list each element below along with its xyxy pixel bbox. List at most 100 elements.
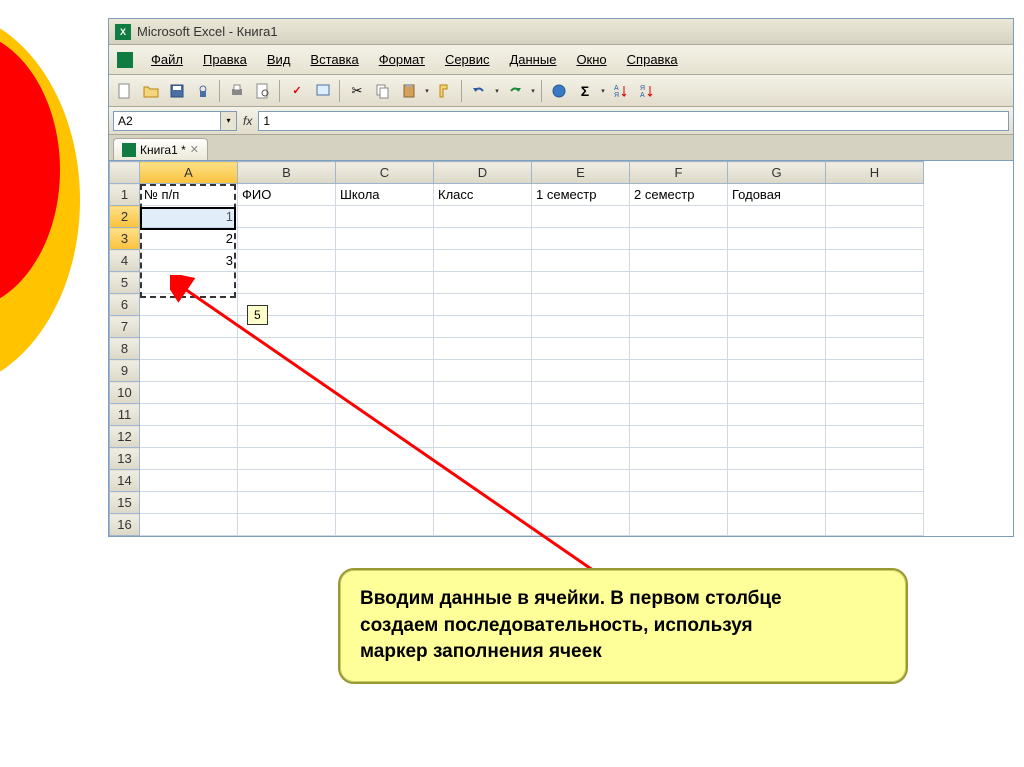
cell-F16[interactable] bbox=[630, 514, 728, 536]
cell-A8[interactable] bbox=[140, 338, 238, 360]
cell-F3[interactable] bbox=[630, 228, 728, 250]
cell-G16[interactable] bbox=[728, 514, 826, 536]
undo-dropdown-icon[interactable]: ▾ bbox=[493, 87, 501, 95]
cell-C7[interactable] bbox=[336, 316, 434, 338]
row-header-1[interactable]: 1 bbox=[110, 184, 140, 206]
cell-G9[interactable] bbox=[728, 360, 826, 382]
cell-F14[interactable] bbox=[630, 470, 728, 492]
close-tab-icon[interactable]: ✕ bbox=[190, 143, 199, 156]
row-header-16[interactable]: 16 bbox=[110, 514, 140, 536]
row-header-2[interactable]: 2 bbox=[110, 206, 140, 228]
cell-G4[interactable] bbox=[728, 250, 826, 272]
cell-B10[interactable] bbox=[238, 382, 336, 404]
cell-H11[interactable] bbox=[826, 404, 924, 426]
cell-C2[interactable] bbox=[336, 206, 434, 228]
cell-A14[interactable] bbox=[140, 470, 238, 492]
cell-F6[interactable] bbox=[630, 294, 728, 316]
cell-A7[interactable] bbox=[140, 316, 238, 338]
cell-C9[interactable] bbox=[336, 360, 434, 382]
cell-D13[interactable] bbox=[434, 448, 532, 470]
cell-E12[interactable] bbox=[532, 426, 630, 448]
print-preview-icon[interactable] bbox=[251, 79, 275, 103]
cell-A12[interactable] bbox=[140, 426, 238, 448]
cell-E13[interactable] bbox=[532, 448, 630, 470]
row-header-7[interactable]: 7 bbox=[110, 316, 140, 338]
fx-label[interactable]: fx bbox=[237, 114, 258, 128]
cell-E5[interactable] bbox=[532, 272, 630, 294]
autosum-icon[interactable]: Σ bbox=[573, 79, 597, 103]
cell-D1[interactable]: Класс bbox=[434, 184, 532, 206]
title-bar[interactable]: X Microsoft Excel - Книга1 bbox=[109, 19, 1013, 45]
spreadsheet-grid[interactable]: ABCDEFGH1№ п/пФИОШколаКласс1 семестр2 се… bbox=[109, 161, 1013, 536]
cell-E9[interactable] bbox=[532, 360, 630, 382]
cell-H15[interactable] bbox=[826, 492, 924, 514]
menu-format[interactable]: Формат bbox=[369, 48, 435, 71]
cell-G14[interactable] bbox=[728, 470, 826, 492]
cell-H5[interactable] bbox=[826, 272, 924, 294]
name-box-dropdown-icon[interactable]: ▾ bbox=[221, 111, 237, 131]
cell-B14[interactable] bbox=[238, 470, 336, 492]
cell-D3[interactable] bbox=[434, 228, 532, 250]
cell-H6[interactable] bbox=[826, 294, 924, 316]
undo-icon[interactable] bbox=[467, 79, 491, 103]
print-icon[interactable] bbox=[225, 79, 249, 103]
cell-B15[interactable] bbox=[238, 492, 336, 514]
document-tab[interactable]: Книга1 * ✕ bbox=[113, 138, 208, 160]
cell-A13[interactable] bbox=[140, 448, 238, 470]
column-header-F[interactable]: F bbox=[630, 162, 728, 184]
cell-E1[interactable]: 1 семестр bbox=[532, 184, 630, 206]
row-header-6[interactable]: 6 bbox=[110, 294, 140, 316]
cell-C5[interactable] bbox=[336, 272, 434, 294]
row-header-5[interactable]: 5 bbox=[110, 272, 140, 294]
cell-B12[interactable] bbox=[238, 426, 336, 448]
cell-A4[interactable]: 3 bbox=[140, 250, 238, 272]
cell-C15[interactable] bbox=[336, 492, 434, 514]
row-header-15[interactable]: 15 bbox=[110, 492, 140, 514]
menu-window[interactable]: Окно bbox=[566, 48, 616, 71]
menu-view[interactable]: Вид bbox=[257, 48, 301, 71]
cell-G11[interactable] bbox=[728, 404, 826, 426]
cell-C8[interactable] bbox=[336, 338, 434, 360]
copy-icon[interactable] bbox=[371, 79, 395, 103]
cell-D11[interactable] bbox=[434, 404, 532, 426]
cell-G12[interactable] bbox=[728, 426, 826, 448]
cell-H14[interactable] bbox=[826, 470, 924, 492]
cell-E4[interactable] bbox=[532, 250, 630, 272]
cell-G8[interactable] bbox=[728, 338, 826, 360]
cell-H10[interactable] bbox=[826, 382, 924, 404]
cell-C12[interactable] bbox=[336, 426, 434, 448]
column-header-A[interactable]: A bbox=[140, 162, 238, 184]
cell-G6[interactable] bbox=[728, 294, 826, 316]
cell-F8[interactable] bbox=[630, 338, 728, 360]
cell-H13[interactable] bbox=[826, 448, 924, 470]
menu-help[interactable]: Справка bbox=[617, 48, 688, 71]
redo-dropdown-icon[interactable]: ▾ bbox=[529, 87, 537, 95]
cell-A2[interactable]: 1 bbox=[140, 206, 238, 228]
new-document-icon[interactable] bbox=[113, 79, 137, 103]
redo-icon[interactable] bbox=[503, 79, 527, 103]
formula-input[interactable]: 1 bbox=[258, 111, 1009, 131]
cell-C16[interactable] bbox=[336, 514, 434, 536]
cell-E14[interactable] bbox=[532, 470, 630, 492]
column-header-D[interactable]: D bbox=[434, 162, 532, 184]
row-header-9[interactable]: 9 bbox=[110, 360, 140, 382]
autosum-dropdown-icon[interactable]: ▾ bbox=[599, 87, 607, 95]
row-header-13[interactable]: 13 bbox=[110, 448, 140, 470]
cell-G7[interactable] bbox=[728, 316, 826, 338]
cell-F7[interactable] bbox=[630, 316, 728, 338]
cell-E10[interactable] bbox=[532, 382, 630, 404]
column-header-H[interactable]: H bbox=[826, 162, 924, 184]
menu-insert[interactable]: Вставка bbox=[300, 48, 368, 71]
cell-G10[interactable] bbox=[728, 382, 826, 404]
row-header-4[interactable]: 4 bbox=[110, 250, 140, 272]
cell-D10[interactable] bbox=[434, 382, 532, 404]
cell-F4[interactable] bbox=[630, 250, 728, 272]
menu-tools[interactable]: Сервис bbox=[435, 48, 500, 71]
cell-A16[interactable] bbox=[140, 514, 238, 536]
cell-B9[interactable] bbox=[238, 360, 336, 382]
cell-G13[interactable] bbox=[728, 448, 826, 470]
cell-B2[interactable] bbox=[238, 206, 336, 228]
cell-B8[interactable] bbox=[238, 338, 336, 360]
cell-A15[interactable] bbox=[140, 492, 238, 514]
cell-H3[interactable] bbox=[826, 228, 924, 250]
